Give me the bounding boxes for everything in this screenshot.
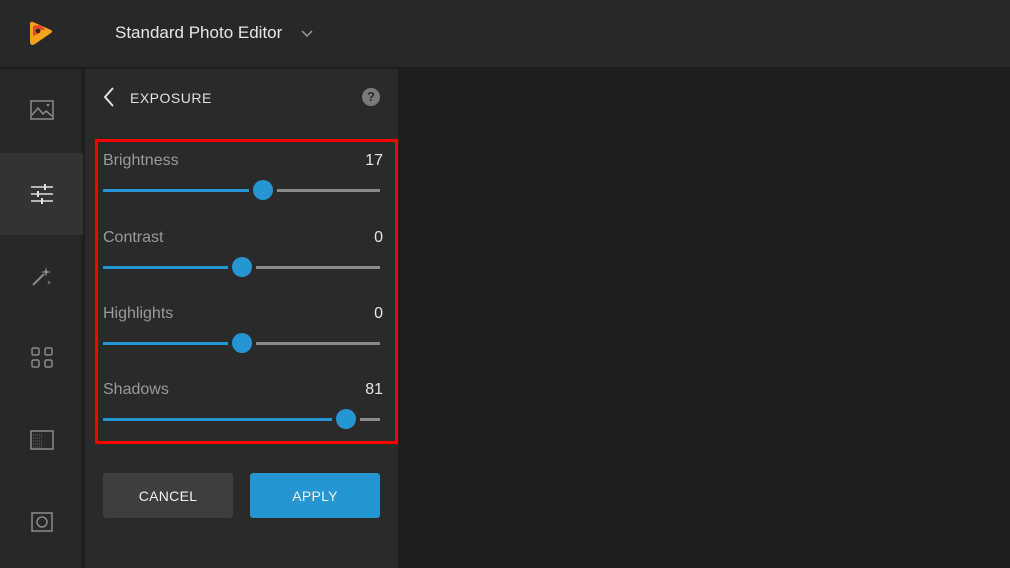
slider-label: Highlights	[103, 305, 174, 322]
sidebar-item-texture[interactable]	[0, 399, 83, 481]
track-rest	[255, 266, 380, 269]
slider-value: 0	[374, 229, 383, 246]
slider-thumb[interactable]	[231, 333, 252, 353]
slider-value: 17	[365, 152, 383, 169]
track-fill	[103, 418, 332, 421]
slider-shadows: Shadows 81	[103, 381, 383, 441]
brightness-slider[interactable]	[103, 180, 380, 200]
slider-label: Contrast	[103, 229, 164, 246]
sidebar-item-image[interactable]	[0, 69, 83, 151]
magic-wand-icon	[31, 267, 51, 286]
track-fill	[103, 189, 250, 192]
track-rest	[359, 418, 380, 421]
slider-thumb[interactable]	[335, 409, 356, 429]
shadows-slider[interactable]	[103, 409, 380, 429]
slider-label: Shadows	[103, 381, 169, 398]
contrast-slider[interactable]	[103, 257, 380, 277]
slider-thumb[interactable]	[253, 180, 274, 200]
sliders-icon	[30, 184, 53, 204]
apply-button[interactable]: APPLY	[250, 473, 380, 518]
sidebar-item-adjust[interactable]	[0, 153, 83, 235]
sliders-highlight-box: Brightness 17 Contrast 0 Highlights 0 Sh…	[95, 139, 398, 444]
sidebar-item-effects[interactable]	[0, 235, 83, 317]
left-sidebar	[0, 69, 83, 568]
exposure-panel: EXPOSURE ? Brightness 17 Contrast 0 High…	[85, 69, 398, 568]
vignette-icon	[30, 512, 53, 532]
app-logo-icon[interactable]	[27, 20, 53, 46]
panel-title: EXPOSURE	[130, 90, 212, 106]
slider-thumb[interactable]	[231, 257, 252, 277]
app-title[interactable]: Standard Photo Editor	[115, 23, 282, 43]
slider-highlights: Highlights 0	[103, 305, 383, 365]
texture-icon	[29, 430, 54, 450]
slider-contrast: Contrast 0	[103, 229, 383, 289]
track-fill	[103, 266, 228, 269]
slider-value: 81	[365, 381, 383, 398]
photo-canvas[interactable]	[398, 69, 1010, 568]
help-icon[interactable]: ?	[362, 88, 380, 106]
sidebar-item-vignette[interactable]	[0, 481, 83, 563]
chevron-left-icon[interactable]	[101, 86, 117, 108]
cancel-button[interactable]: CANCEL	[103, 473, 233, 518]
track-rest	[255, 342, 380, 345]
slider-value: 0	[374, 305, 383, 322]
slider-label: Brightness	[103, 152, 179, 169]
track-fill	[103, 342, 228, 345]
grid-icon	[30, 347, 53, 368]
image-icon	[29, 100, 54, 120]
highlights-slider[interactable]	[103, 333, 380, 353]
top-bar: Standard Photo Editor	[0, 0, 1010, 68]
slider-brightness: Brightness 17	[103, 152, 383, 212]
sidebar-item-templates[interactable]	[0, 317, 83, 399]
chevron-down-icon[interactable]	[299, 25, 315, 41]
track-rest	[277, 189, 380, 192]
